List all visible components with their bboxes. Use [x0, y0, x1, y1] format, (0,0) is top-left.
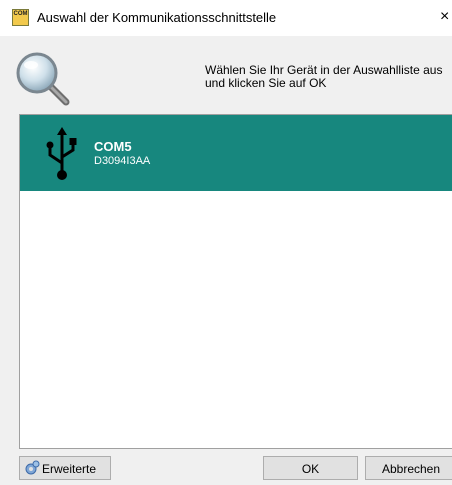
- app-icon: COM: [12, 9, 29, 26]
- usb-icon: [46, 127, 77, 180]
- window-title: Auswahl der Kommunikationsschnittstelle: [37, 10, 277, 25]
- device-name: COM5: [94, 139, 132, 154]
- device-list[interactable]: COM5 D3094I3AA: [19, 114, 452, 449]
- close-button[interactable]: ×: [440, 6, 452, 28]
- title-bar: COM Auswahl der Kommunikationsschnittste…: [0, 0, 452, 36]
- ok-button[interactable]: OK: [263, 456, 358, 480]
- app-icon-label: COM: [13, 11, 28, 17]
- list-item-device[interactable]: COM5 D3094I3AA: [20, 115, 452, 191]
- settings-icon: [25, 460, 40, 475]
- magnifier-icon: [16, 52, 70, 106]
- cancel-button[interactable]: Abbrechen: [365, 456, 452, 480]
- instruction-text: Wählen Sie Ihr Gerät in der Auswahlliste…: [205, 63, 443, 90]
- advanced-button-label: Erweiterte: [42, 462, 97, 476]
- device-serial: D3094I3AA: [94, 155, 151, 167]
- advanced-button[interactable]: Erweiterte: [19, 456, 111, 480]
